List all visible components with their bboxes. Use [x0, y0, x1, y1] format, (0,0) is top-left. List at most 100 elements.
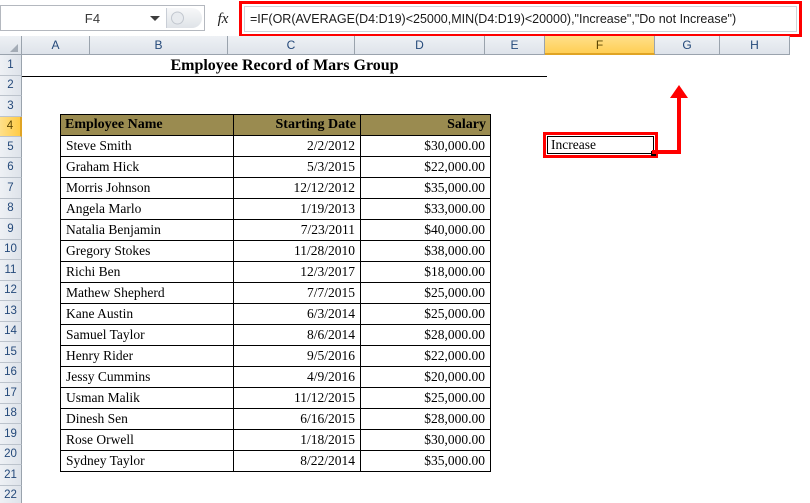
- row-header-20[interactable]: 20: [0, 444, 22, 465]
- cell-starting-date[interactable]: 6/16/2015: [233, 408, 361, 430]
- row-header-22[interactable]: 22: [0, 485, 22, 503]
- cell-employee-name[interactable]: Usman Malik: [60, 387, 234, 409]
- table-row[interactable]: Dinesh Sen 6/16/2015 $28,000.00: [60, 408, 491, 430]
- cell-starting-date[interactable]: 6/3/2014: [233, 303, 361, 325]
- cell-starting-date[interactable]: 8/22/2014: [233, 450, 361, 472]
- cell-starting-date[interactable]: 1/18/2015: [233, 429, 361, 451]
- column-header-g[interactable]: G: [655, 36, 720, 55]
- cell-starting-date[interactable]: 11/12/2015: [233, 387, 361, 409]
- table-row[interactable]: Morris Johnson 12/12/2012 $35,000.00: [60, 177, 491, 199]
- cell-salary[interactable]: $25,000.00: [360, 282, 491, 304]
- cell-employee-name[interactable]: Morris Johnson: [60, 177, 234, 199]
- cell-starting-date[interactable]: 1/19/2013: [233, 198, 361, 220]
- cell-starting-date[interactable]: 11/28/2010: [233, 240, 361, 262]
- result-cell-f4[interactable]: Increase: [547, 136, 656, 156]
- cell-salary[interactable]: $25,000.00: [360, 387, 491, 409]
- table-row[interactable]: Steve Smith 2/2/2012 $30,000.00: [60, 135, 491, 157]
- cell-salary[interactable]: $33,000.00: [360, 198, 491, 220]
- row-header-5[interactable]: 5: [0, 137, 22, 158]
- cell-starting-date[interactable]: 12/3/2017: [233, 261, 361, 283]
- column-header-c[interactable]: C: [228, 36, 355, 55]
- cell-employee-name[interactable]: Steve Smith: [60, 135, 234, 157]
- table-row[interactable]: Usman Malik 11/12/2015 $25,000.00: [60, 387, 491, 409]
- row-header-16[interactable]: 16: [0, 362, 22, 383]
- row-header-8[interactable]: 8: [0, 198, 22, 219]
- cell-salary[interactable]: $18,000.00: [360, 261, 491, 283]
- table-row[interactable]: Jessy Cummins 4/9/2016 $20,000.00: [60, 366, 491, 388]
- row-header-15[interactable]: 15: [0, 342, 22, 363]
- row-header-14[interactable]: 14: [0, 321, 22, 342]
- row-header-13[interactable]: 13: [0, 301, 22, 322]
- row-header-12[interactable]: 12: [0, 280, 22, 301]
- cell-salary[interactable]: $28,000.00: [360, 408, 491, 430]
- column-header-f[interactable]: F: [545, 36, 655, 55]
- cell-salary[interactable]: $35,000.00: [360, 177, 491, 199]
- cell-salary[interactable]: $38,000.00: [360, 240, 491, 262]
- row-header-4[interactable]: 4: [0, 116, 22, 137]
- table-row[interactable]: Mathew Shepherd 7/7/2015 $25,000.00: [60, 282, 491, 304]
- table-row[interactable]: Rose Orwell 1/18/2015 $30,000.00: [60, 429, 491, 451]
- table-row[interactable]: Graham Hick 5/3/2015 $22,000.00: [60, 156, 491, 178]
- cell-salary[interactable]: $35,000.00: [360, 450, 491, 472]
- column-header-e[interactable]: E: [485, 36, 545, 55]
- cell-salary[interactable]: $22,000.00: [360, 345, 491, 367]
- row-header-17[interactable]: 17: [0, 383, 22, 404]
- cell-salary[interactable]: $20,000.00: [360, 366, 491, 388]
- table-row[interactable]: Kane Austin 6/3/2014 $25,000.00: [60, 303, 491, 325]
- name-box-grip[interactable]: [166, 8, 202, 28]
- row-header-6[interactable]: 6: [0, 157, 22, 178]
- cell-salary[interactable]: $30,000.00: [360, 135, 491, 157]
- cell-employee-name[interactable]: Dinesh Sen: [60, 408, 234, 430]
- cell-employee-name[interactable]: Sydney Taylor: [60, 450, 234, 472]
- cell-starting-date[interactable]: 2/2/2012: [233, 135, 361, 157]
- row-header-11[interactable]: 11: [0, 260, 22, 281]
- cell-employee-name[interactable]: Angela Marlo: [60, 198, 234, 220]
- cell-salary[interactable]: $30,000.00: [360, 429, 491, 451]
- row-header-3[interactable]: 3: [0, 96, 22, 117]
- cell-starting-date[interactable]: 7/23/2011: [233, 219, 361, 241]
- cell-employee-name[interactable]: Rose Orwell: [60, 429, 234, 451]
- cell-employee-name[interactable]: Samuel Taylor: [60, 324, 234, 346]
- table-row[interactable]: Sydney Taylor 8/22/2014 $35,000.00: [60, 450, 491, 472]
- name-box[interactable]: F4: [0, 5, 205, 31]
- cell-starting-date[interactable]: 4/9/2016: [233, 366, 361, 388]
- cell-starting-date[interactable]: 9/5/2016: [233, 345, 361, 367]
- row-header-10[interactable]: 10: [0, 239, 22, 260]
- formula-input[interactable]: =IF(OR(AVERAGE(D4:D19)<25000,MIN(D4:D19)…: [244, 6, 797, 32]
- row-header-19[interactable]: 19: [0, 424, 22, 445]
- cell-employee-name[interactable]: Richi Ben: [60, 261, 234, 283]
- cell-employee-name[interactable]: Jessy Cummins: [60, 366, 234, 388]
- cell-salary[interactable]: $28,000.00: [360, 324, 491, 346]
- cell-starting-date[interactable]: 7/7/2015: [233, 282, 361, 304]
- table-row[interactable]: Samuel Taylor 8/6/2014 $28,000.00: [60, 324, 491, 346]
- row-header-9[interactable]: 9: [0, 219, 22, 240]
- function-icon[interactable]: fx: [205, 4, 241, 34]
- cell-starting-date[interactable]: 12/12/2012: [233, 177, 361, 199]
- chevron-down-icon[interactable]: [150, 16, 160, 21]
- column-header-d[interactable]: D: [355, 36, 485, 55]
- cell-employee-name[interactable]: Kane Austin: [60, 303, 234, 325]
- cell-starting-date[interactable]: 5/3/2015: [233, 156, 361, 178]
- row-header-21[interactable]: 21: [0, 465, 22, 486]
- select-all-corner[interactable]: [0, 36, 22, 55]
- cell-starting-date[interactable]: 8/6/2014: [233, 324, 361, 346]
- row-header-1[interactable]: 1: [0, 55, 22, 76]
- row-header-18[interactable]: 18: [0, 403, 22, 424]
- cell-employee-name[interactable]: Natalia Benjamin: [60, 219, 234, 241]
- cell-salary[interactable]: $40,000.00: [360, 219, 491, 241]
- sheet-canvas[interactable]: Employee Record of Mars Group Employee N…: [22, 55, 810, 503]
- cell-salary[interactable]: $22,000.00: [360, 156, 491, 178]
- column-header-a[interactable]: A: [22, 36, 90, 55]
- table-row[interactable]: Angela Marlo 1/19/2013 $33,000.00: [60, 198, 491, 220]
- row-header-2[interactable]: 2: [0, 75, 22, 96]
- cell-employee-name[interactable]: Mathew Shepherd: [60, 282, 234, 304]
- table-row[interactable]: Gregory Stokes 11/28/2010 $38,000.00: [60, 240, 491, 262]
- row-header-7[interactable]: 7: [0, 178, 22, 199]
- cell-salary[interactable]: $25,000.00: [360, 303, 491, 325]
- table-row[interactable]: Richi Ben 12/3/2017 $18,000.00: [60, 261, 491, 283]
- column-header-h[interactable]: H: [720, 36, 790, 55]
- table-row[interactable]: Natalia Benjamin 7/23/2011 $40,000.00: [60, 219, 491, 241]
- cell-employee-name[interactable]: Gregory Stokes: [60, 240, 234, 262]
- cell-employee-name[interactable]: Graham Hick: [60, 156, 234, 178]
- cell-employee-name[interactable]: Henry Rider: [60, 345, 234, 367]
